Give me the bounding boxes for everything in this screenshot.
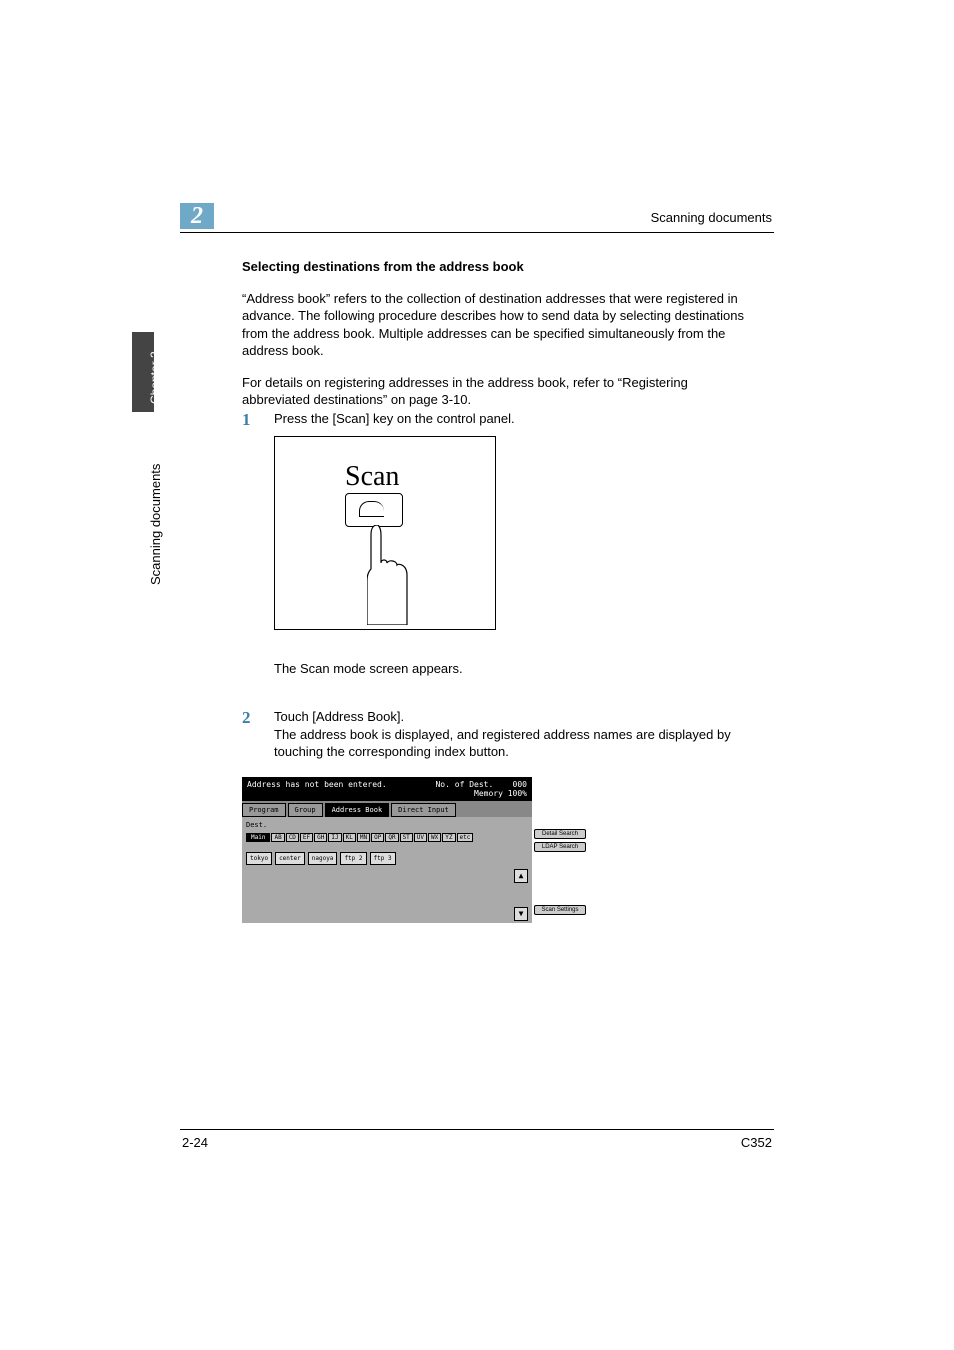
- index-op[interactable]: OP: [371, 833, 384, 842]
- lcd-dest-count: 000: [513, 780, 527, 789]
- index-yz[interactable]: YZ: [442, 833, 455, 842]
- lcd-memory: Memory 100%: [474, 789, 527, 798]
- section-para-1: “Address book” refers to the collection …: [242, 290, 752, 360]
- lcd-screenshot: Address has not been entered. No. of Des…: [242, 777, 532, 923]
- lcd-status: Address has not been entered.: [247, 780, 387, 798]
- lcd-address-row: tokyo center nagoya ftp 2 ftp 3: [246, 852, 528, 865]
- footer-page-number: 2-24: [182, 1135, 208, 1150]
- index-cd[interactable]: CD: [286, 833, 299, 842]
- step-2-line-1: Touch [Address Book].: [274, 708, 752, 726]
- scan-key-icon: [345, 493, 403, 527]
- addr-ftp2[interactable]: ftp 2: [340, 852, 366, 865]
- index-etc[interactable]: etc: [457, 833, 474, 842]
- index-ab[interactable]: AB: [271, 833, 284, 842]
- addr-center[interactable]: center: [275, 852, 305, 865]
- tab-program[interactable]: Program: [242, 803, 286, 817]
- step-1-result: The Scan mode screen appears.: [274, 660, 752, 678]
- index-ef[interactable]: EF: [300, 833, 313, 842]
- addr-ftp3[interactable]: ftp 3: [370, 852, 396, 865]
- addr-tokyo[interactable]: tokyo: [246, 852, 272, 865]
- lcd-dest-count-label: No. of Dest.: [435, 780, 493, 789]
- side-chapter-label: Chapter 2: [148, 351, 162, 404]
- chapter-badge: 2: [180, 203, 214, 229]
- lcd-tabs: Program Group Address Book Direct Input: [242, 801, 532, 817]
- main-content: Selecting destinations from the address …: [242, 258, 752, 423]
- footer-model: C352: [741, 1135, 772, 1150]
- pointing-hand-icon: [367, 525, 427, 625]
- step-2-number: 2: [242, 708, 274, 761]
- tab-direct-input[interactable]: Direct Input: [391, 803, 456, 817]
- index-wx[interactable]: WX: [428, 833, 441, 842]
- addr-nagoya[interactable]: nagoya: [308, 852, 338, 865]
- step-1-text: Press the [Scan] key on the control pane…: [274, 410, 752, 430]
- tab-address-book[interactable]: Address Book: [325, 803, 390, 817]
- section-heading: Selecting destinations from the address …: [242, 258, 752, 276]
- index-mn[interactable]: MN: [357, 833, 370, 842]
- lcd-header: Address has not been entered. No. of Des…: [242, 777, 532, 801]
- index-kl[interactable]: KL: [343, 833, 356, 842]
- scroll-down-button[interactable]: ▼: [514, 907, 528, 921]
- index-uv[interactable]: UV: [414, 833, 427, 842]
- tab-group[interactable]: Group: [288, 803, 323, 817]
- step-1: 1 Press the [Scan] key on the control pa…: [242, 410, 752, 684]
- side-chapter-tab: Chapter 2: [132, 332, 154, 412]
- detail-search-button[interactable]: Detail Search: [534, 829, 586, 839]
- scan-settings-button[interactable]: Scan Settings: [534, 905, 586, 915]
- lcd-index-row: Main AB CD EF GH IJ KL MN OP QR ST UV WX…: [246, 833, 528, 842]
- lcd-dest-label: Dest.: [246, 821, 528, 829]
- side-section-label: Scanning documents: [148, 464, 163, 585]
- header-rule: [180, 232, 774, 233]
- step-1-after-spacer: [242, 660, 274, 678]
- step-2-line-2: The address book is displayed, and regis…: [274, 726, 752, 761]
- index-gh[interactable]: GH: [314, 833, 327, 842]
- footer-rule: [180, 1129, 774, 1130]
- lcd-body: Dest. Main AB CD EF GH IJ KL MN OP QR ST…: [242, 817, 532, 923]
- index-ij[interactable]: IJ: [328, 833, 341, 842]
- ldap-search-button[interactable]: LDAP Search: [534, 842, 586, 852]
- step-1-number: 1: [242, 410, 274, 430]
- running-header: Scanning documents: [651, 210, 772, 225]
- index-st[interactable]: ST: [400, 833, 413, 842]
- scroll-up-button[interactable]: ▲: [514, 869, 528, 883]
- step-2: 2 Touch [Address Book]. The address book…: [242, 708, 752, 923]
- index-qr[interactable]: QR: [385, 833, 398, 842]
- index-main[interactable]: Main: [246, 833, 270, 842]
- scan-key-figure: Scan: [274, 436, 496, 630]
- scan-key-label: Scan: [345, 461, 399, 493]
- section-para-2: For details on registering addresses in …: [242, 374, 752, 409]
